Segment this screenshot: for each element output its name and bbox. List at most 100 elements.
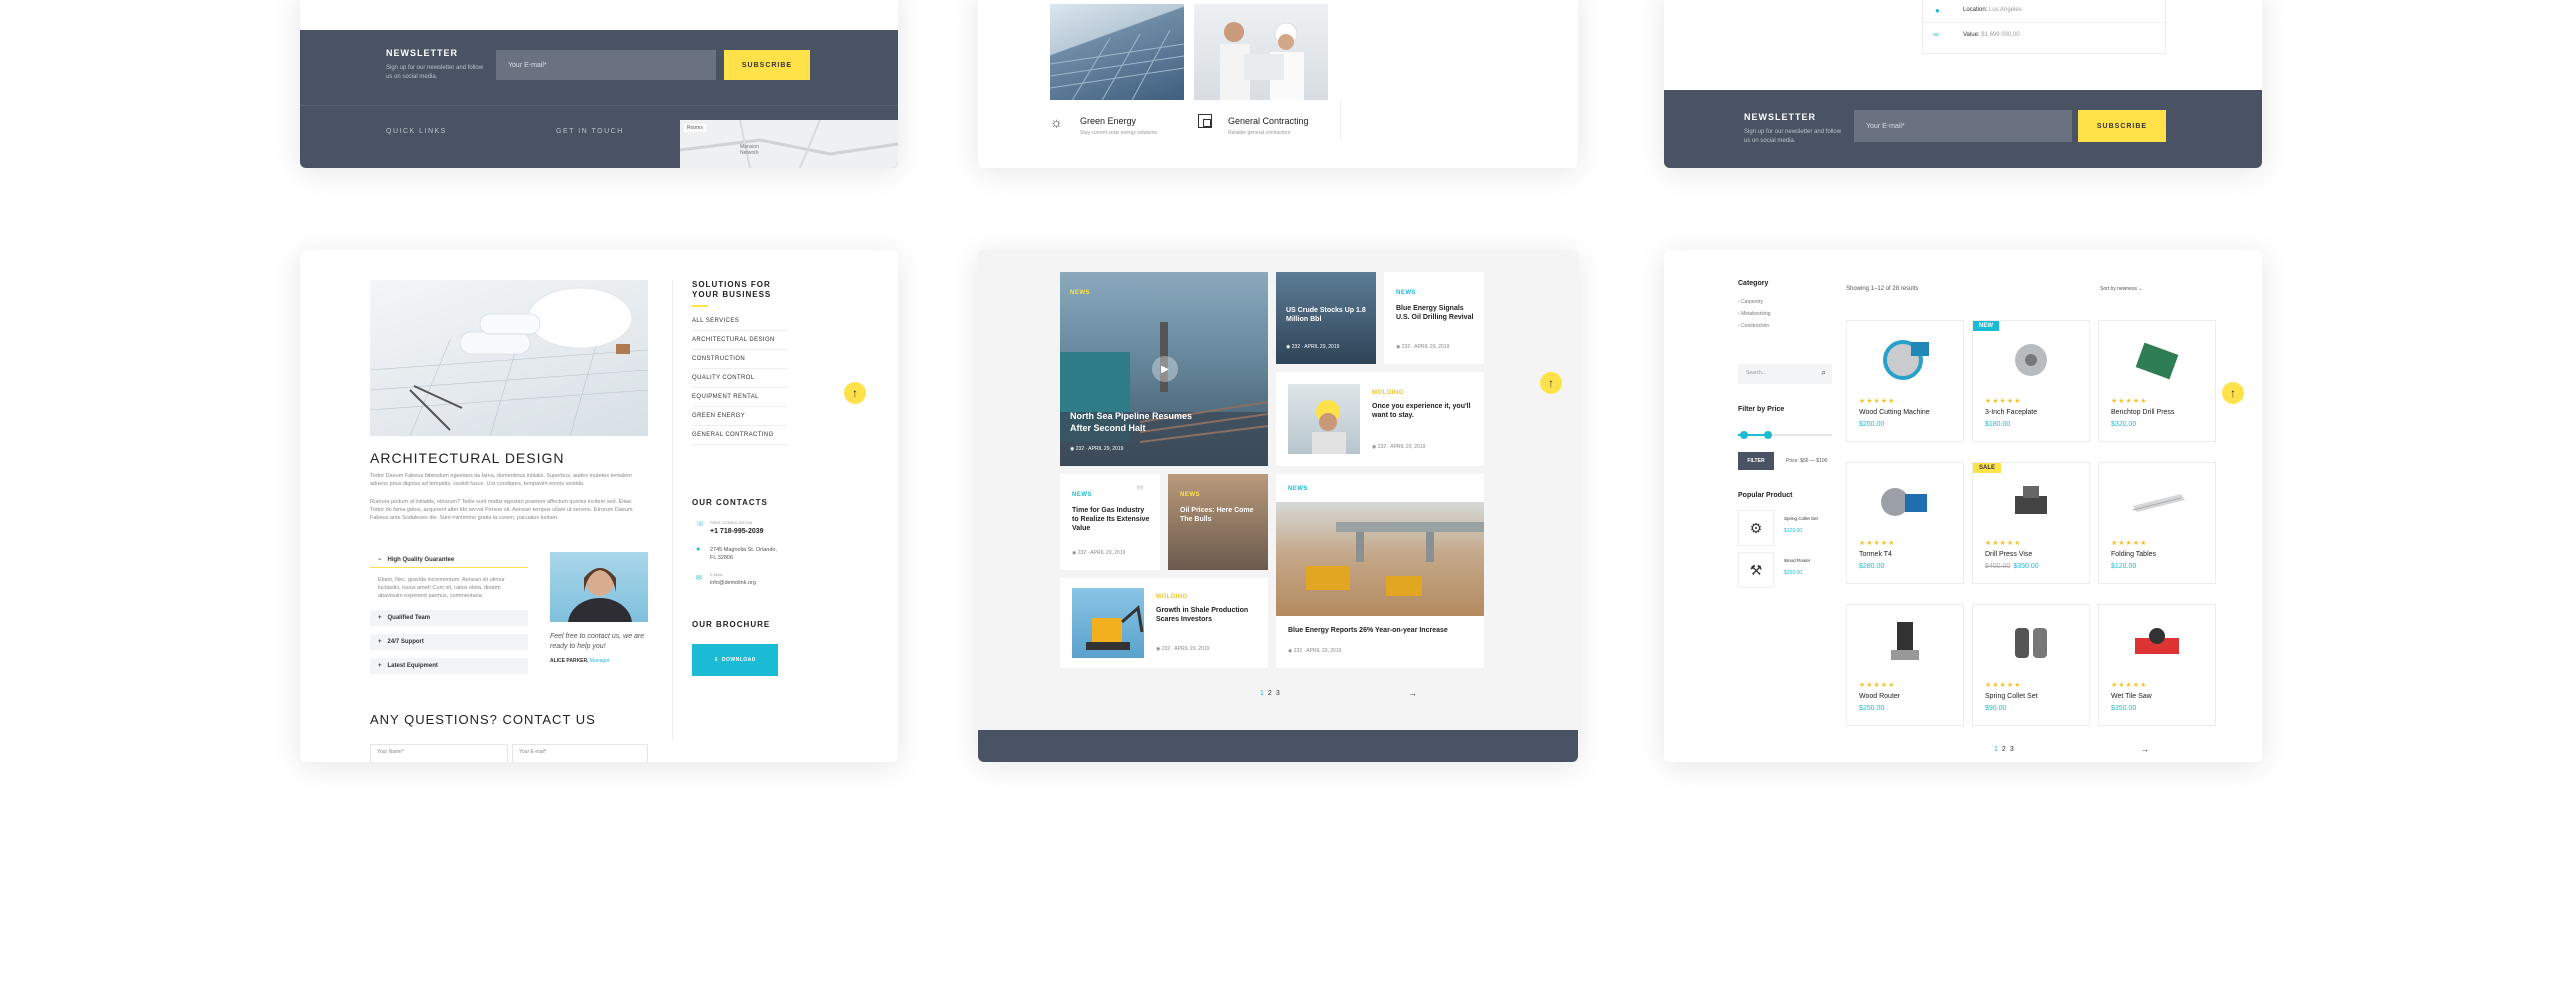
page-link[interactable]: 1 [1260, 690, 1264, 697]
product-card[interactable]: ★★★★★ Tormek T4 $280.00 [1846, 462, 1964, 584]
post-tag: NEWS [1288, 486, 1308, 492]
map-roads-icon [679, 119, 898, 168]
section-heading: ARCHITECTURAL DESIGN [370, 450, 565, 466]
sun-icon: ☼ [1050, 114, 1063, 130]
subscribe-button[interactable]: SUBSCRIBE [724, 50, 810, 80]
menu-item[interactable]: CONSTRUCTION [692, 350, 788, 369]
get-in-touch-heading: GET IN TOUCH [556, 128, 624, 135]
name-input[interactable]: Your Name* [370, 744, 508, 762]
accordion-item-quality[interactable]: − High Quality Guarantee [370, 552, 528, 568]
menu-item[interactable]: EQUIPMENT RENTAL [692, 388, 788, 407]
arrow-up-icon: ↑ [1548, 376, 1554, 390]
play-icon[interactable]: ▶ [1152, 356, 1178, 382]
faceplate-icon [1983, 331, 2079, 387]
popular-product[interactable]: ⚙ Spring Collet Set $120.00 [1738, 510, 1838, 546]
category-item[interactable]: › Construction [1738, 320, 1771, 332]
card-footer-preview-1: NEWSLETTER Sign up for our newsletter an… [300, 0, 898, 168]
post-title[interactable]: Growth in Shale Production Scares Invest… [1156, 606, 1260, 624]
product-card[interactable]: ★★★★★ Wet Tile Saw $350.00 [2098, 604, 2216, 726]
product-card[interactable]: ★★★★★ Benchtop Drill Press $320.00 [2098, 320, 2216, 442]
product-card[interactable]: NEW ★★★★★ 3-Inch Faceplate $180.00 [1972, 320, 2090, 442]
sort-select[interactable]: Sort by newness ⌄ [2100, 286, 2143, 292]
accordion-label: High Quality Guarantee [387, 556, 455, 563]
category-item[interactable]: › Metalworking [1738, 308, 1771, 320]
news-card[interactable]: MOLDING Growth in Shale Production Scare… [1060, 578, 1268, 668]
product-card[interactable]: ★★★★★ Wood Router $250.00 [1846, 604, 1964, 726]
paragraph-2: Ruetura pedum ut initiatits, eitrarum? T… [370, 499, 633, 521]
next-arrow-icon[interactable]: → [2140, 744, 2149, 754]
news-card[interactable]: US Crude Stocks Up 1.8 Million Bbl ◉ 232… [1276, 272, 1376, 364]
download-button[interactable]: ⇩ DOWNLOAD [692, 644, 778, 676]
post-title[interactable]: US Crude Stocks Up 1.8 Million Bbl [1286, 306, 1366, 324]
post-title[interactable]: North Sea Pipeline Resumes After Second … [1070, 410, 1210, 434]
page-link[interactable]: 3 [1276, 690, 1280, 697]
subscribe-button[interactable]: SUBSCRIBE [2078, 110, 2166, 142]
eye-icon: ◉ [1072, 550, 1077, 556]
menu-item[interactable]: GENERAL CONTRACTING [692, 426, 788, 445]
news-card[interactable]: NEWS Oil Prices: Here Come The Bulls [1168, 474, 1268, 570]
sharpener-icon [1857, 473, 1953, 529]
new-badge: NEW [1973, 321, 1999, 331]
email-input[interactable]: Your E-mail* [496, 50, 716, 80]
post-title[interactable]: Blue Energy Signals U.S. Oil Drilling Re… [1396, 304, 1476, 322]
menu-item[interactable]: GREEN ENERGY [692, 407, 788, 426]
menu-item[interactable]: QUALITY CONTROL [692, 369, 788, 388]
popular-product[interactable]: ⚒ Wood Router $250.00 [1738, 552, 1838, 588]
news-card[interactable]: NEWS Blue Energy Signals U.S. Oil Drilli… [1384, 272, 1484, 364]
collet-icon [1983, 615, 2079, 671]
plus-icon: + [378, 615, 382, 621]
product-card[interactable]: ★★★★★ Wood Cutting Machine $250.00 [1846, 320, 1964, 442]
map-thumbnail[interactable]: Rooms Mansion Network [679, 119, 898, 168]
post-title[interactable]: Oil Prices: Here Come The Bulls [1180, 506, 1260, 524]
scroll-top-button[interactable]: ↑ [2222, 382, 2244, 404]
location-value: Los Angeles [1989, 7, 2022, 13]
slider-handle[interactable] [1764, 431, 1772, 439]
sidebar-divider [672, 280, 673, 740]
accordion-item-equipment[interactable]: + Latest Equipment [370, 658, 528, 674]
product-card[interactable]: ★★★★★ Spring Collet Set $90.00 [1972, 604, 2090, 726]
quote-author-role: Manager [589, 658, 610, 664]
filter-button[interactable]: FILTER [1738, 452, 1774, 470]
product-name: Benchtop Drill Press [2111, 409, 2175, 416]
collet-set-thumb: ⚙ [1738, 510, 1774, 546]
page-link[interactable]: 2 [1268, 690, 1272, 697]
news-card[interactable]: NEWS Blue Energy Reports 26% Year-on-yea… [1276, 474, 1484, 668]
popular-heading: Popular Product [1738, 492, 1793, 499]
accordion-item-team[interactable]: + Qualified Team [370, 610, 528, 626]
news-card[interactable]: NEWS ❞ Time for Gas Industry to Realize … [1060, 474, 1160, 570]
price-slider[interactable] [1738, 431, 1832, 439]
menu-item[interactable]: ALL SERVICES [692, 312, 788, 331]
page-link[interactable]: 1 [1994, 746, 1998, 753]
accordion-item-support[interactable]: +24/7 Support [370, 634, 528, 650]
product-name: Tormek T4 [1859, 551, 1892, 558]
product-price: $320.00 [2111, 421, 2137, 428]
search-input[interactable]: Search... ⌕ [1738, 364, 1832, 384]
email-input[interactable]: Your E-mail* [512, 744, 648, 762]
newsletter-title: NEWSLETTER [1744, 112, 1816, 122]
scroll-top-button[interactable]: ↑ [844, 382, 866, 404]
scroll-top-button[interactable]: ↑ [1540, 372, 1562, 394]
eye-icon: ◉ [1396, 344, 1401, 350]
product-card[interactable]: SALE ★★★★★ Drill Press Vise $400.00 $350.00 [1972, 462, 2090, 584]
page-link[interactable]: 3 [2010, 746, 2014, 753]
slider-handle[interactable] [1740, 431, 1748, 439]
news-card-featured[interactable]: NEWS ▶ North Sea Pipeline Resumes After … [1060, 272, 1268, 466]
phone-label: FREE CONSULTATION [710, 520, 753, 525]
blueprint-icon [1198, 114, 1212, 128]
phone-number[interactable]: +1 718-995-2039 [710, 528, 764, 535]
service-desc: Stay current solar energy solutions [1080, 130, 1157, 136]
category-item[interactable]: › Carpentry [1738, 296, 1771, 308]
product-card[interactable]: ★★★★★ Folding Tables $120.00 [2098, 462, 2216, 584]
email-input[interactable]: Your E-mail* [1854, 110, 2072, 142]
news-card[interactable]: MOLDING Once you experience it, you'll w… [1276, 372, 1484, 466]
next-arrow-icon[interactable]: → [1408, 688, 1417, 698]
eye-icon: ◉ [1070, 446, 1075, 452]
page-link[interactable]: 2 [2002, 746, 2006, 753]
email-link[interactable]: info@demolink.org [710, 580, 756, 586]
post-title[interactable]: Blue Energy Reports 26% Year-on-year Inc… [1288, 626, 1478, 635]
property-details-box: ● Location: Los Angeles ∞ Value: $1 699 … [1922, 0, 2167, 54]
post-title[interactable]: Time for Gas Industry to Realize Its Ext… [1072, 506, 1152, 533]
post-title[interactable]: Once you experience it, you'll want to s… [1372, 402, 1472, 420]
post-views: 232 [1291, 344, 1301, 350]
menu-item[interactable]: ARCHITECTURAL DESIGN [692, 331, 788, 350]
